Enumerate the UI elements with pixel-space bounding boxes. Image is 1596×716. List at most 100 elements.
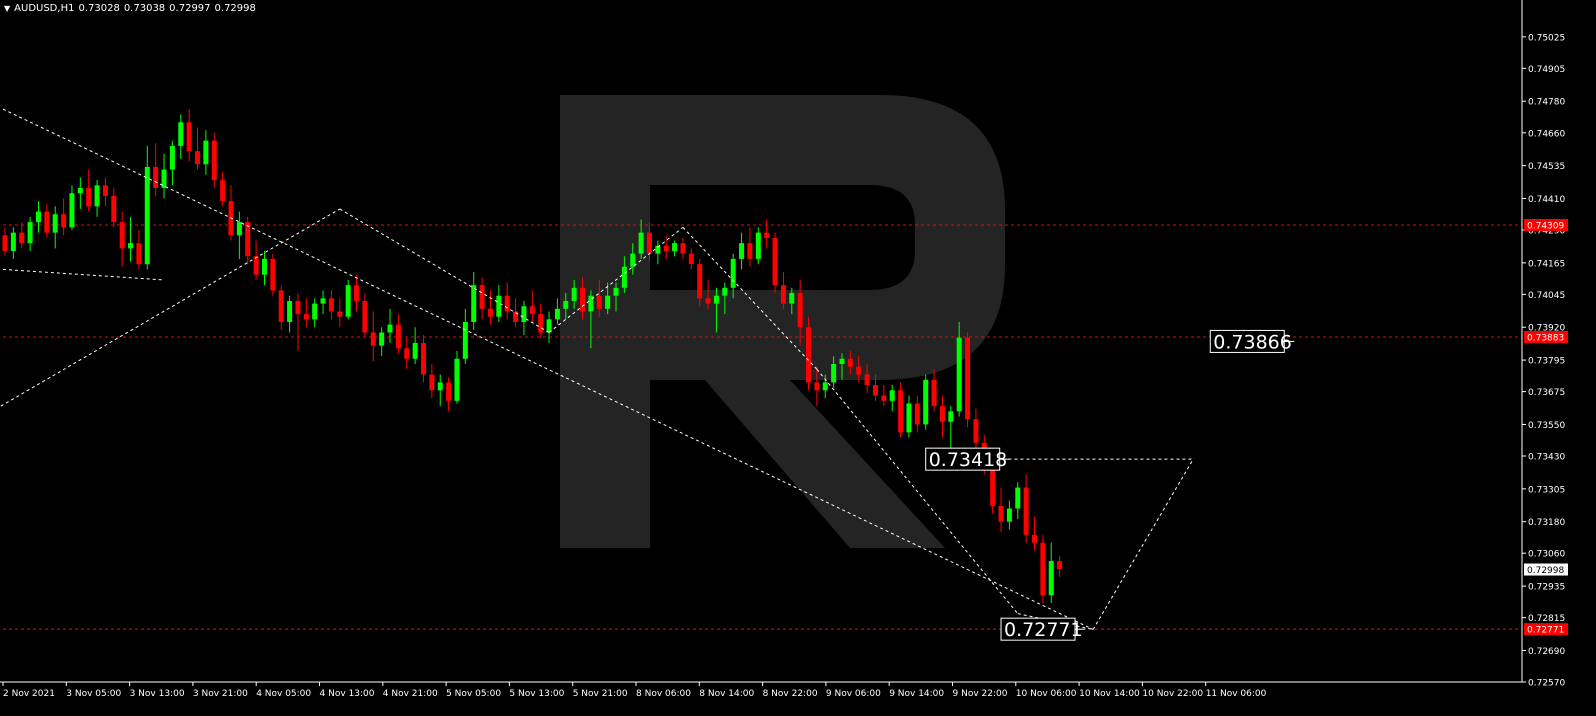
candle-body: [923, 379, 929, 425]
candle-body: [404, 348, 410, 359]
price-tag-label: 0.74309: [1527, 222, 1564, 232]
candle-body: [479, 285, 485, 309]
y-tick-label: 0.72935: [1528, 583, 1565, 593]
y-tick-label: 0.74410: [1528, 195, 1565, 205]
candle-body: [814, 382, 820, 391]
candle-body: [931, 379, 937, 407]
candle-body: [236, 222, 242, 236]
candle-body: [69, 193, 75, 228]
candle-body: [847, 358, 853, 367]
candle-body: [437, 382, 443, 391]
candle: [86, 169, 92, 212]
candle-body: [956, 337, 962, 412]
candle: [287, 295, 293, 333]
candle: [672, 240, 678, 257]
candle: [1023, 474, 1029, 543]
candle-body: [605, 295, 611, 309]
candle: [354, 274, 360, 312]
candle-body: [554, 308, 560, 320]
candle: [220, 172, 226, 207]
x-tick-label: 8 Nov 06:00: [636, 689, 691, 699]
ohlc-high: 0.73038: [123, 3, 166, 14]
candle-body: [973, 419, 979, 443]
candle: [77, 177, 83, 209]
candle-body: [220, 180, 226, 202]
candle-body: [287, 300, 293, 322]
candle: [429, 364, 435, 399]
candle: [253, 240, 259, 280]
candle: [161, 153, 167, 199]
x-tick-label: 10 Nov 22:00: [1142, 689, 1203, 699]
candle: [144, 145, 150, 270]
candle-body: [278, 290, 284, 322]
candle-body: [856, 366, 862, 375]
candle: [923, 374, 929, 430]
y-tick-label: 0.73550: [1528, 421, 1565, 431]
y-tick-label: 0.74165: [1528, 259, 1565, 269]
candle: [27, 216, 33, 252]
x-tick-label: 4 Nov 21:00: [383, 689, 438, 699]
candle-body: [1040, 542, 1046, 596]
candle: [521, 300, 527, 336]
candle-body: [169, 145, 175, 170]
dropdown-triangle-icon[interactable]: ▼: [4, 4, 10, 13]
candle-body: [61, 214, 67, 228]
candle: [421, 335, 426, 383]
candle-body: [295, 300, 301, 315]
candle-body: [337, 311, 343, 317]
symbol-timeframe: AUDUSD,H1: [14, 3, 75, 14]
candle-body: [211, 140, 217, 181]
candle-body: [102, 185, 108, 196]
x-tick-label: 3 Nov 13:00: [130, 689, 185, 699]
candle: [153, 143, 159, 196]
candle-body: [362, 300, 368, 333]
y-tick-label: 0.73305: [1528, 485, 1565, 495]
candle: [546, 311, 552, 343]
candle-body: [504, 295, 510, 312]
candle: [973, 408, 979, 454]
candle-body: [1006, 508, 1012, 522]
candle-body: [1015, 487, 1021, 509]
candle: [186, 109, 192, 162]
candle: [245, 216, 251, 265]
candle-body: [136, 243, 142, 265]
candle: [295, 293, 301, 351]
candle-body: [739, 243, 745, 259]
y-tick-label: 0.74905: [1528, 65, 1565, 75]
candle-body: [948, 411, 954, 422]
candle-body: [462, 321, 468, 359]
candle: [1040, 534, 1046, 604]
candle: [61, 198, 67, 236]
candle-body: [303, 314, 309, 320]
candle-body: [688, 253, 694, 265]
x-tick-label: 11 Nov 06:00: [1206, 689, 1267, 699]
candle-body: [881, 395, 887, 401]
candle-body: [261, 258, 267, 275]
candle: [44, 203, 50, 238]
candle: [504, 282, 510, 320]
candle: [764, 219, 770, 249]
candle-body: [128, 243, 134, 249]
candle-body: [111, 195, 117, 223]
candle-body: [178, 122, 184, 146]
y-tick-label: 0.74660: [1528, 129, 1565, 139]
y-tick-label: 0.73675: [1528, 388, 1565, 398]
candle: [998, 487, 1004, 533]
price-chart[interactable]: 0.75025 0.74905 0.74780 0.74660 0.74535 0.744…: [0, 0, 1596, 716]
y-tick-label: 0.73180: [1528, 518, 1565, 528]
candle-body: [487, 308, 493, 317]
candle: [102, 177, 108, 207]
x-tick-label: 9 Nov 14:00: [889, 689, 944, 699]
price-tag-label: 0.72771: [1527, 626, 1564, 636]
x-tick-label: 10 Nov 06:00: [1016, 689, 1077, 699]
x-tick-label: 5 Nov 05:00: [446, 689, 501, 699]
candle: [52, 206, 58, 249]
candle-body: [395, 324, 401, 349]
candle: [772, 232, 778, 294]
candle: [454, 350, 460, 404]
candle-body: [713, 295, 719, 304]
price-tag-label: 0.73883: [1527, 333, 1564, 343]
candle-body: [839, 358, 845, 365]
ohlc-close: 0.72998: [214, 3, 256, 14]
x-tick-label: 9 Nov 06:00: [826, 689, 881, 699]
